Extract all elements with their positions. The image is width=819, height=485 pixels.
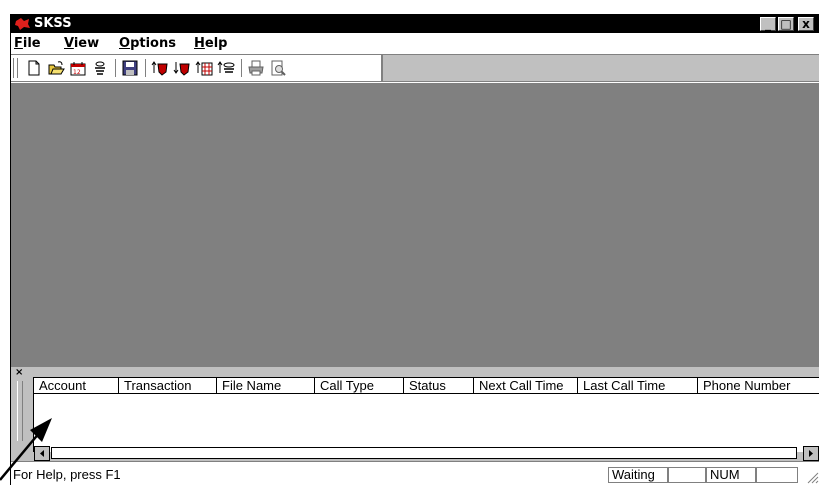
- status-cap-indicator: [668, 467, 706, 483]
- properties-icon[interactable]: [91, 59, 109, 77]
- menu-view[interactable]: View: [64, 36, 99, 51]
- horizontal-scrollbar[interactable]: [33, 445, 819, 461]
- status-num-indicator: NUM: [706, 467, 756, 483]
- toolbar-edge: [381, 55, 383, 81]
- new-file-icon[interactable]: [25, 59, 43, 77]
- column-header-status[interactable]: Status: [404, 378, 474, 394]
- column-header-account[interactable]: Account: [34, 378, 119, 394]
- toolbar-grip[interactable]: [13, 58, 18, 78]
- schedule-icon[interactable]: [195, 59, 213, 77]
- status-scrl-indicator: [756, 467, 798, 483]
- toolbar-separator: [241, 59, 243, 77]
- save-icon[interactable]: [121, 59, 139, 77]
- size-grip-icon[interactable]: [805, 470, 819, 484]
- scroll-left-button[interactable]: [34, 446, 50, 461]
- calendar-icon[interactable]: 12: [69, 59, 87, 77]
- queue-icon[interactable]: [217, 59, 235, 77]
- app-logo-icon: [15, 17, 31, 31]
- column-header-file-name[interactable]: File Name: [217, 378, 315, 394]
- minimize-button[interactable]: _: [760, 17, 776, 31]
- output-pane: × Account Transaction File Name Call Typ…: [11, 367, 819, 456]
- print-preview-icon[interactable]: [269, 59, 287, 77]
- toolbar-separator: [145, 59, 147, 77]
- menu-bar: File View Options Help: [11, 33, 819, 55]
- scroll-right-button[interactable]: [803, 446, 819, 461]
- column-header-call-type[interactable]: Call Type: [315, 378, 404, 394]
- status-help-text: For Help, press F1: [13, 467, 121, 482]
- toolbar-separator: [115, 59, 117, 77]
- call-stop-icon[interactable]: [173, 59, 191, 77]
- pane-close-icon[interactable]: ×: [15, 367, 23, 379]
- open-folder-icon[interactable]: [47, 59, 65, 77]
- status-bar: For Help, press F1 Waiting NUM: [11, 461, 819, 485]
- title-bar[interactable]: SKSS _ □ x: [11, 15, 819, 33]
- print-icon[interactable]: [247, 59, 265, 77]
- column-header-phone-number[interactable]: Phone Number: [698, 378, 819, 394]
- menu-help[interactable]: Help: [194, 36, 227, 51]
- column-header-last-call-time[interactable]: Last Call Time: [578, 378, 698, 394]
- toolbar: 12: [11, 55, 381, 81]
- menu-file[interactable]: File: [14, 36, 41, 51]
- maximize-button[interactable]: □: [778, 17, 794, 31]
- column-header-next-call-time[interactable]: Next Call Time: [474, 378, 578, 394]
- pane-grip[interactable]: [17, 381, 23, 441]
- window-title: SKSS: [34, 16, 72, 31]
- svg-text:12: 12: [73, 69, 81, 76]
- status-state: Waiting: [608, 467, 668, 483]
- scroll-track[interactable]: [51, 447, 797, 459]
- menu-options[interactable]: Options: [119, 36, 176, 51]
- column-header-transaction[interactable]: Transaction: [119, 378, 217, 394]
- call-start-icon[interactable]: [151, 59, 169, 77]
- call-list[interactable]: Account Transaction File Name Call Type …: [33, 377, 819, 452]
- close-button[interactable]: x: [798, 17, 814, 31]
- mdi-client-area[interactable]: [11, 83, 819, 367]
- app-window: SKSS _ □ x File View Options Help 12 × A…: [10, 14, 819, 485]
